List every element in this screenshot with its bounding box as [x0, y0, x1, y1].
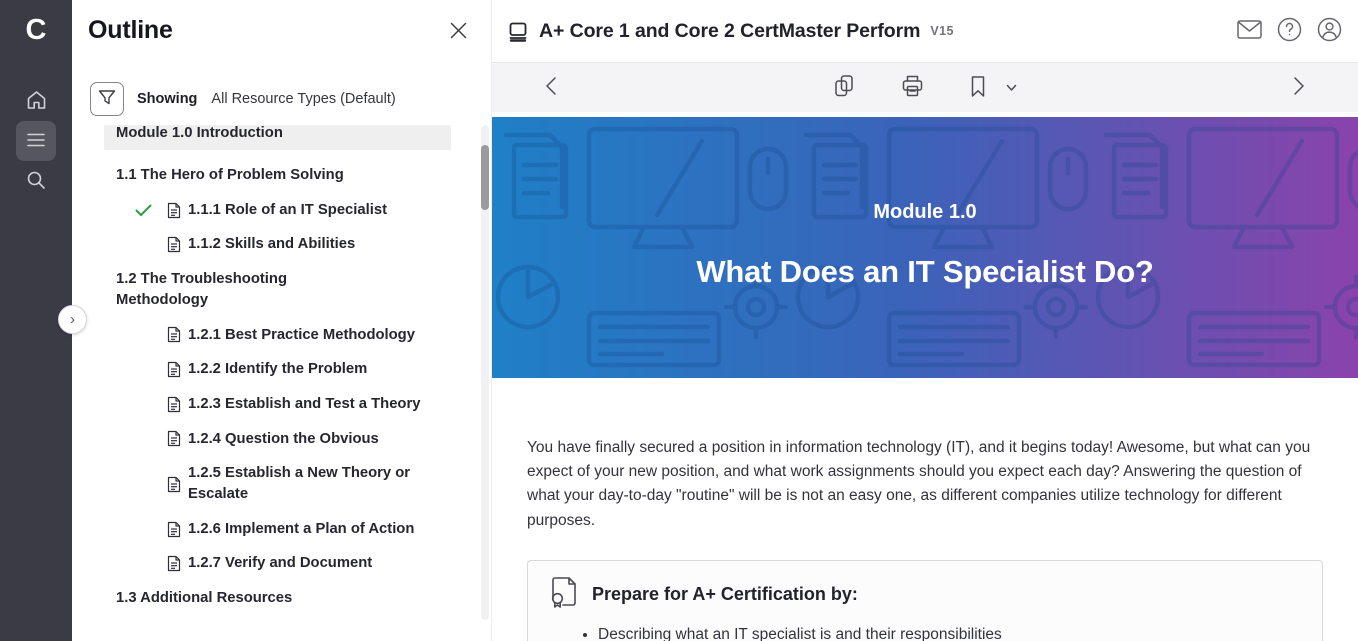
mail-icon — [1237, 20, 1262, 42]
outline-topic-item[interactable]: 1.1.1 Role of an IT Specialist — [72, 200, 491, 221]
close-icon — [450, 27, 467, 42]
reader-toolbar — [492, 62, 1358, 112]
messages-button[interactable] — [1237, 20, 1262, 42]
chevron-down-icon — [1006, 80, 1017, 95]
outline-topic-item[interactable]: 1.2.4 Question the Obvious — [72, 429, 491, 450]
certification-callout: Prepare for A+ Certification by: Describ… — [527, 560, 1323, 641]
account-icon — [1317, 17, 1342, 45]
chevron-right-small-icon: › — [70, 311, 75, 328]
outline-topic-item[interactable]: 1.2.6 Implement a Plan of Action — [72, 519, 491, 540]
filter-funnel-icon — [98, 89, 116, 110]
document-icon — [167, 555, 188, 572]
chevron-left-icon — [544, 76, 558, 99]
check-icon — [135, 204, 167, 217]
outline-panel: Outline Showing All Resource Types (Defa… — [72, 0, 491, 641]
outline-panel-title: Outline — [88, 16, 173, 45]
outline-menu-button[interactable] — [16, 121, 56, 161]
account-button[interactable] — [1317, 17, 1342, 45]
intro-paragraph: You have finally secured a position in i… — [527, 436, 1323, 533]
outline-topic-item[interactable]: 1.2.5 Establish a New Theory or Escalate — [72, 463, 491, 504]
printer-icon — [901, 74, 924, 101]
panel-expand-toggle[interactable]: › — [58, 305, 87, 334]
lesson-content[interactable]: Module 1.0 What Does an IT Specialist Do… — [492, 117, 1358, 641]
outline-section-item[interactable]: 1.3 Additional Resources — [72, 588, 491, 609]
resource-filter-row: Showing All Resource Types (Default) — [90, 82, 491, 116]
outline-topic-item[interactable]: 1.2.2 Identify the Problem — [72, 359, 491, 380]
outline-item-label: 1.2.5 Establish a New Theory or Escalate — [188, 463, 436, 504]
outline-scrollbar-thumb[interactable] — [481, 145, 489, 210]
outline-topic-item[interactable]: 1.2.3 Establish and Test a Theory — [72, 394, 491, 415]
outline-list: Module 1.0 Introduction 1.1 The Hero of P… — [72, 125, 491, 620]
outline-item-label: 1.2.3 Establish and Test a Theory — [188, 394, 420, 415]
document-icon — [167, 396, 188, 413]
copy-button[interactable] — [829, 70, 859, 105]
help-button[interactable] — [1277, 17, 1302, 45]
course-title: A+ Core 1 and Core 2 CertMaster Perform — [539, 20, 920, 43]
course-version: V15 — [930, 24, 953, 38]
outline-item-label: 1.3 Additional Resources — [116, 588, 292, 609]
outline-scrollbar[interactable] — [481, 125, 489, 620]
previous-page-button[interactable] — [540, 72, 562, 103]
outline-item-label: 1.2.6 Implement a Plan of Action — [188, 519, 414, 540]
book-icon — [508, 21, 528, 42]
menu-icon — [26, 132, 46, 151]
outline-topic-item[interactable]: 1.1.2 Skills and Abilities — [72, 234, 491, 255]
outline-topic-item[interactable]: 1.2.7 Verify and Document — [72, 553, 491, 574]
comptia-logo: C — [26, 10, 47, 50]
home-button[interactable] — [16, 81, 56, 121]
outline-item-label: Module 1.0 Introduction — [116, 125, 283, 143]
home-icon — [26, 90, 47, 113]
outline-item-label: 1.2.4 Question the Obvious — [188, 429, 379, 450]
document-icon — [167, 361, 188, 378]
outline-item-label: 1.2.2 Identify the Problem — [188, 359, 367, 380]
document-icon — [167, 326, 188, 343]
print-button[interactable] — [897, 70, 928, 105]
outline-item-label: 1.1.1 Role of an IT Specialist — [188, 200, 387, 221]
outline-section-item[interactable]: Module 1.0 Introduction — [104, 125, 451, 150]
callout-bullet: Describing what an IT specialist is and … — [598, 623, 1302, 641]
tech-pattern-illustration — [492, 117, 1358, 378]
outline-topic-item[interactable]: 1.2.1 Best Practice Methodology — [72, 325, 491, 346]
bookmark-menu-button[interactable] — [1002, 76, 1021, 99]
close-outline-button[interactable] — [450, 22, 467, 42]
callout-heading: Prepare for A+ Certification by: — [592, 584, 858, 605]
outline-section-item[interactable]: 1.2 The Troubleshooting Methodology — [72, 269, 491, 310]
callout-bullet-list: Describing what an IT specialist is and … — [598, 623, 1302, 641]
outline-section-item[interactable]: 1.1 The Hero of Problem Solving — [72, 165, 491, 186]
outline-item-label: 1.2.7 Verify and Document — [188, 553, 372, 574]
search-button[interactable] — [16, 161, 56, 201]
copy-icon — [833, 74, 855, 101]
showing-label: Showing — [137, 91, 197, 107]
next-page-button[interactable] — [1288, 72, 1310, 103]
document-icon — [167, 430, 188, 447]
course-header: A+ Core 1 and Core 2 CertMaster Perform … — [492, 0, 1358, 62]
bookmark-button[interactable] — [966, 71, 990, 105]
document-icon — [167, 236, 188, 253]
outline-item-label: 1.1 The Hero of Problem Solving — [116, 165, 344, 186]
app-window: C Outline — [0, 0, 1358, 641]
filter-value: All Resource Types (Default) — [211, 91, 395, 107]
outline-item-label: 1.2.1 Best Practice Methodology — [188, 325, 415, 346]
main-area: A+ Core 1 and Core 2 CertMaster Perform … — [491, 0, 1358, 641]
module-label: Module 1.0 — [492, 201, 1358, 224]
document-icon — [167, 202, 188, 219]
outline-item-label: 1.2 The Troubleshooting Methodology — [116, 269, 364, 310]
bookmark-icon — [970, 75, 986, 101]
document-icon — [167, 476, 188, 493]
document-icon — [167, 521, 188, 538]
outline-item-label: 1.1.2 Skills and Abilities — [188, 234, 355, 255]
module-title: What Does an IT Specialist Do? — [492, 254, 1358, 290]
chevron-right-icon — [1292, 76, 1306, 99]
module-banner: Module 1.0 What Does an IT Specialist Do… — [492, 117, 1358, 378]
help-icon — [1277, 17, 1302, 45]
filter-button[interactable] — [90, 82, 124, 116]
search-icon — [26, 170, 46, 193]
certificate-icon — [550, 576, 578, 613]
